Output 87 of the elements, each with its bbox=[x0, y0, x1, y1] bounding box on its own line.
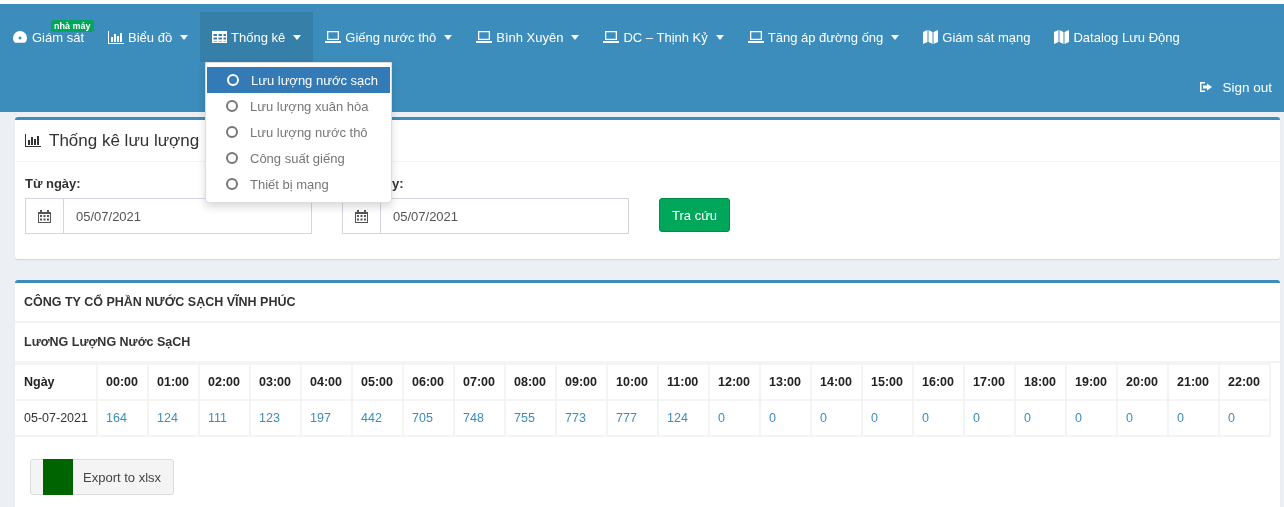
column-header: 05:00 bbox=[352, 364, 403, 400]
table-cell: 0 bbox=[913, 400, 964, 436]
column-header: 17:00 bbox=[964, 364, 1015, 400]
nav-menu-item[interactable]: Bình Xuyên bbox=[464, 12, 592, 62]
nav-menu-item[interactable]: Tăng áp đường ống bbox=[735, 12, 912, 62]
table-cell: 0 bbox=[964, 400, 1015, 436]
column-header: 12:00 bbox=[709, 364, 760, 400]
table-cell: 05-07-2021 bbox=[15, 400, 97, 436]
bar-chart-icon bbox=[108, 30, 124, 44]
table-cell: 0 bbox=[1117, 400, 1168, 436]
report-subtitle: LươNG LượNG Nước SạCH bbox=[24, 335, 191, 349]
column-header: 06:00 bbox=[403, 364, 454, 400]
nav-menu-item[interactable]: Giám sát mạng bbox=[911, 12, 1043, 62]
table-cell: 748 bbox=[454, 400, 505, 436]
sign-out-icon bbox=[1200, 81, 1214, 93]
column-header: 13:00 bbox=[760, 364, 811, 400]
table-cell: 0 bbox=[1015, 400, 1066, 436]
laptop-icon bbox=[747, 31, 764, 43]
dropdown-item[interactable]: Công suất giếng bbox=[206, 145, 391, 171]
panel-title: Thống kê lưu lượng bbox=[49, 130, 200, 151]
table-cell: 197 bbox=[301, 400, 352, 436]
dropdown-item[interactable]: Lưu lượng nước sạch bbox=[207, 67, 390, 93]
table-cell: 124 bbox=[658, 400, 709, 436]
nav-menu-item[interactable]: Biểu đồ bbox=[96, 12, 201, 62]
nav-menu-item[interactable]: Giếng nước thô bbox=[313, 12, 465, 62]
column-header: 22:00 bbox=[1219, 364, 1270, 400]
table-cell: 0 bbox=[1219, 400, 1270, 436]
bar-chart-icon bbox=[25, 134, 41, 147]
calendar-icon bbox=[38, 209, 51, 223]
table-cell: 442 bbox=[352, 400, 403, 436]
sign-out-link[interactable]: Sign out bbox=[1200, 79, 1272, 95]
export-button[interactable]: Export to xlsx bbox=[30, 459, 175, 495]
table-icon bbox=[212, 31, 228, 43]
calendar-icon bbox=[355, 209, 368, 223]
table-cell: 0 bbox=[760, 400, 811, 436]
table-cell: 0 bbox=[811, 400, 862, 436]
column-header: 09:00 bbox=[556, 364, 607, 400]
table-cell: 773 bbox=[556, 400, 607, 436]
column-header: 16:00 bbox=[913, 364, 964, 400]
date-field[interactable]: 05/07/2021 bbox=[25, 198, 312, 234]
column-header: 03:00 bbox=[250, 364, 301, 400]
dropdown-item[interactable]: Thiết bị mạng bbox=[206, 171, 391, 197]
column-header: 15:00 bbox=[862, 364, 913, 400]
column-header: 10:00 bbox=[607, 364, 658, 400]
gauge-icon bbox=[12, 30, 28, 44]
search-button[interactable]: Tra cứu bbox=[659, 198, 731, 232]
map-icon bbox=[923, 30, 939, 44]
nav-menu-item[interactable]: DC – Thịnh Kỷ bbox=[591, 12, 736, 62]
dropdown-item[interactable]: Lưu lượng xuân hòa bbox=[206, 93, 391, 119]
column-header: 04:00 bbox=[301, 364, 352, 400]
nav-menu-item[interactable]: Datalog Lưu Động bbox=[1042, 12, 1192, 62]
field-label: Từ ngày: bbox=[25, 176, 81, 190]
laptop-icon bbox=[325, 31, 342, 43]
column-header: 14:00 bbox=[811, 364, 862, 400]
table-cell: 705 bbox=[403, 400, 454, 436]
nav-menu-item[interactable]: Thống kê bbox=[200, 12, 314, 62]
table-cell: 123 bbox=[250, 400, 301, 436]
table-cell: 777 bbox=[607, 400, 658, 436]
table-cell: 164 bbox=[97, 400, 148, 436]
table-cell: 111 bbox=[199, 400, 250, 436]
laptop-icon bbox=[603, 31, 620, 43]
column-header: 01:00 bbox=[148, 364, 199, 400]
map-icon bbox=[1054, 30, 1070, 44]
column-header: 07:00 bbox=[454, 364, 505, 400]
nav-menu-item[interactable]: Giám sát nhà máy bbox=[0, 12, 96, 62]
column-header: 02:00 bbox=[199, 364, 250, 400]
field-label: y: bbox=[392, 176, 404, 190]
company-name: CÔNG TY CỔ PHẦN NƯỚC SẠCH VĨNH PHÚC bbox=[24, 295, 296, 309]
column-header: 11:00 bbox=[658, 364, 709, 400]
column-header: 18:00 bbox=[1015, 364, 1066, 400]
column-header: Ngày bbox=[15, 364, 97, 400]
nav-badge: nhà máy bbox=[51, 20, 94, 32]
table-cell: 0 bbox=[1066, 400, 1117, 436]
table-cell: 755 bbox=[505, 400, 556, 436]
dropdown-item[interactable]: Lưu lượng nước thô bbox=[206, 119, 391, 145]
table-cell: 124 bbox=[148, 400, 199, 436]
laptop-icon bbox=[476, 31, 493, 43]
table-cell: 0 bbox=[862, 400, 913, 436]
column-header: 21:00 bbox=[1168, 364, 1219, 400]
column-header: 20:00 bbox=[1117, 364, 1168, 400]
square-icon bbox=[43, 459, 73, 495]
date-field[interactable]: 05/07/2021 bbox=[342, 198, 629, 234]
column-header: 00:00 bbox=[97, 364, 148, 400]
column-header: 08:00 bbox=[505, 364, 556, 400]
table-cell: 0 bbox=[1168, 400, 1219, 436]
table-cell: 0 bbox=[709, 400, 760, 436]
column-header: 19:00 bbox=[1066, 364, 1117, 400]
